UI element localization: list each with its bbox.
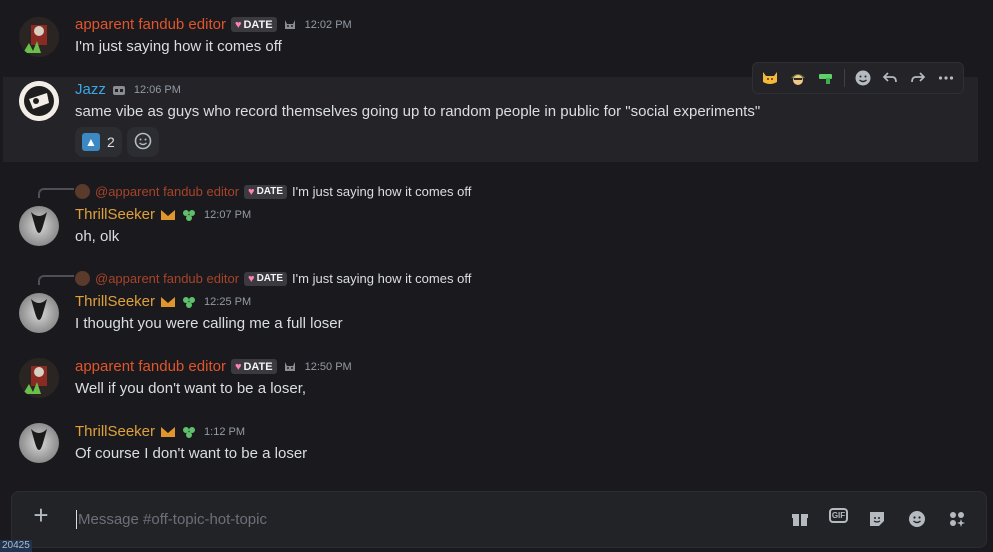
avatar[interactable] [19,358,59,398]
date-badge[interactable]: ♥ DATE [230,17,277,32]
message-header: apparent fandub editor ♥ DATE 12:50 PM [75,358,352,375]
robot-face-icon [111,82,127,98]
reply-connector [38,188,74,198]
reply-author: @apparent fandub editor [95,271,240,286]
heart-icon: ♥ [234,18,242,31]
message-header: Jazz 12:06 PM [75,81,181,98]
corner-label: 20425 [0,540,32,552]
message-header: ThrillSeeker 12:25 PM [75,293,251,310]
reply-reference[interactable]: @apparent fandub editor ♥ DATE I'm just s… [75,271,471,286]
date-badge: ♥ DATE [244,184,288,199]
reply-avatar [75,184,90,199]
reaction-count: 2 [107,134,115,150]
author-name[interactable]: apparent fandub editor [75,16,226,33]
message-text: I thought you were calling me a full los… [75,315,343,332]
reply-author: @apparent fandub editor [95,184,240,199]
text-caret [76,510,77,529]
add-reaction-button[interactable] [126,127,159,157]
author-name[interactable]: ThrillSeeker [75,293,155,310]
green-clover-icon [181,294,197,310]
soldier-emoji-reaction-button[interactable] [785,65,811,91]
author-name[interactable]: ThrillSeeker [75,423,155,440]
author-name[interactable]: apparent fandub editor [75,358,226,375]
orange-chevron-icon [160,207,176,223]
orange-chevron-icon [160,294,176,310]
add-reaction-icon[interactable] [850,65,876,91]
message-header: ThrillSeeker 12:07 PM [75,206,251,223]
avatar[interactable] [19,293,59,333]
avatar[interactable] [19,206,59,246]
message-input[interactable] [78,508,678,530]
reply-preview-text: I'm just saying how it comes off [292,184,472,199]
reaction-bar: ▲ 2 [75,127,159,157]
message-text: I'm just saying how it comes off [75,38,282,55]
date-badge: ♥ DATE [244,271,288,286]
timestamp: 12:25 PM [204,295,252,308]
date-badge[interactable]: ♥ DATE [230,359,277,374]
author-name[interactable]: Jazz [75,81,106,98]
timestamp: 12:07 PM [204,208,252,221]
cat-face-icon [282,17,298,33]
cat-face-icon [282,359,298,375]
message-text: Of course I don't want to be a loser [75,445,308,462]
message-text: Well if you don't want to be a loser, [75,380,307,397]
heart-icon: ♥ [248,272,255,285]
apps-icon[interactable] [946,508,968,530]
green-clover-icon [181,424,197,440]
message-list: apparent fandub editor ♥ DATE 12:02 PM I'… [0,0,993,490]
message-header: apparent fandub editor ♥ DATE 12:02 PM [75,16,352,33]
message-text: same vibe as guys who record themselves … [75,103,761,120]
message-text: oh, olk [75,228,120,245]
forward-icon[interactable] [905,65,931,91]
gif-icon[interactable]: GIF [829,508,848,523]
message-header: ThrillSeeker 1:12 PM [75,423,245,440]
water-gun-emoji-reaction-button[interactable] [813,65,839,91]
more-options-icon[interactable] [933,65,959,91]
message-composer: + GIF [11,491,987,548]
reply-avatar [75,271,90,286]
reply-icon[interactable] [877,65,903,91]
heart-icon: ♥ [234,360,242,373]
timestamp: 1:12 PM [204,425,245,438]
timestamp: 12:50 PM [304,360,352,373]
orange-chevron-icon [160,424,176,440]
avatar[interactable] [19,17,59,57]
cat-emoji-reaction-button[interactable] [757,65,783,91]
avatar[interactable] [19,423,59,463]
message-actions-toolbar [752,62,964,94]
up-arrow-emoji-icon: ▲ [82,133,100,151]
reply-reference[interactable]: @apparent fandub editor ♥ DATE I'm just s… [75,184,471,199]
sticker-icon[interactable] [866,508,888,530]
toolbar-divider [843,69,845,87]
green-clover-icon [181,207,197,223]
heart-icon: ♥ [248,185,255,198]
composer-actions: GIF [789,508,968,530]
gift-icon[interactable] [789,508,811,530]
smiley-plus-icon [134,132,152,153]
reply-connector [38,275,74,285]
emoji-icon[interactable] [906,508,928,530]
timestamp: 12:06 PM [133,83,181,96]
upload-plus-icon[interactable]: + [30,502,52,528]
timestamp: 12:02 PM [304,18,352,31]
avatar[interactable] [19,81,59,121]
reply-preview-text: I'm just saying how it comes off [292,271,472,286]
reaction-upvote[interactable]: ▲ 2 [75,127,122,157]
author-name[interactable]: ThrillSeeker [75,206,155,223]
